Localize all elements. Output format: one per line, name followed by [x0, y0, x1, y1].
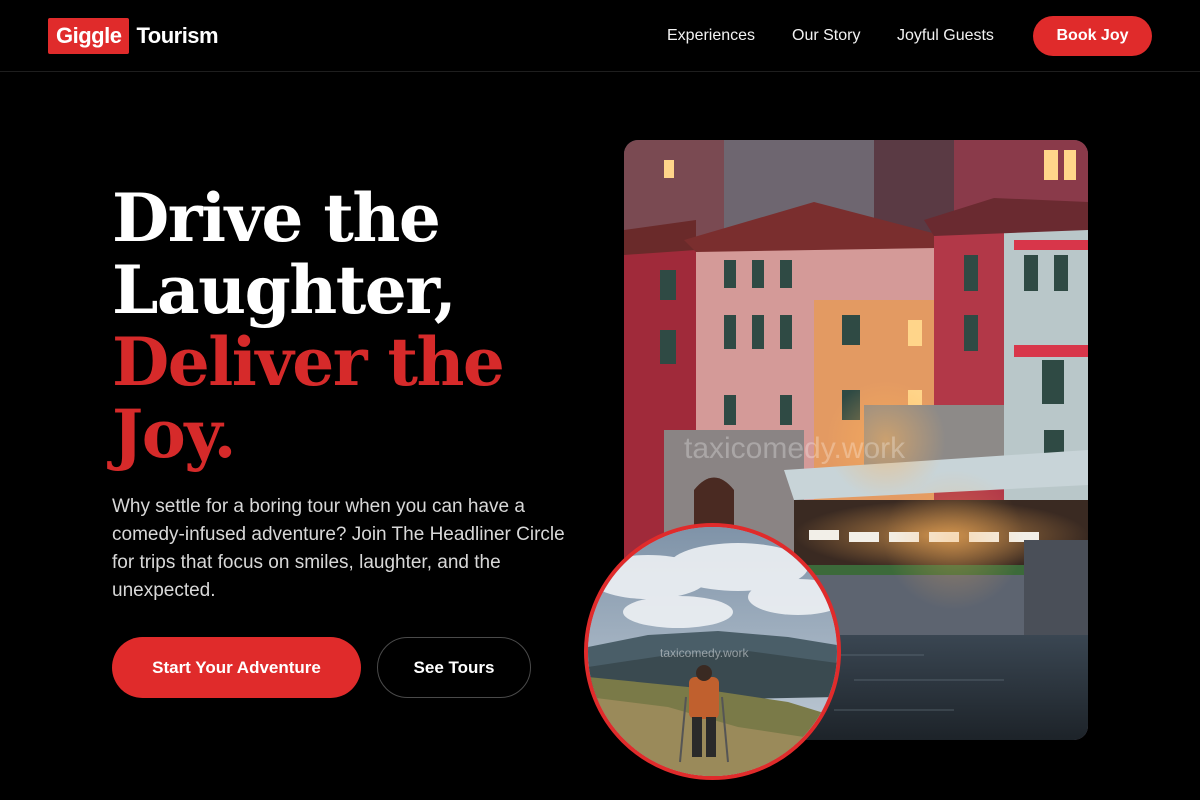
main-photo-watermark: taxicomedy.work	[684, 432, 906, 465]
headline-line-4: Joy.	[112, 395, 237, 473]
top-navigation: Giggle Tourism Experiences Our Story Joy…	[0, 0, 1200, 72]
logo-wordmark: Tourism	[136, 23, 219, 48]
hero-headline: Drive the Laughter, Deliver the Joy.	[112, 182, 592, 470]
start-adventure-button[interactable]: Start Your Adventure	[112, 637, 361, 698]
headline-line-2: Laughter,	[112, 251, 457, 329]
landing-page: Giggle Tourism Experiences Our Story Joy…	[0, 0, 1200, 800]
headline-line-1: Drive the	[112, 179, 441, 257]
hero-photo-hiker: taxicomedy.work	[584, 523, 841, 780]
circle-photo-watermark: taxicomedy.work	[660, 646, 749, 660]
headline-line-3: Deliver the	[112, 323, 505, 401]
logo-badge: Giggle	[48, 18, 130, 54]
hero-description: Why settle for a boring tour when you ca…	[112, 496, 565, 601]
nav-link-our-story[interactable]: Our Story	[792, 27, 860, 45]
book-joy-button[interactable]: Book Joy	[1033, 16, 1152, 56]
nav-link-joyful-guests[interactable]: Joyful Guests	[897, 27, 994, 45]
logo[interactable]: Giggle Tourism	[48, 18, 219, 54]
nav-link-experiences[interactable]: Experiences	[667, 27, 755, 45]
see-tours-button[interactable]: See Tours	[377, 637, 531, 698]
